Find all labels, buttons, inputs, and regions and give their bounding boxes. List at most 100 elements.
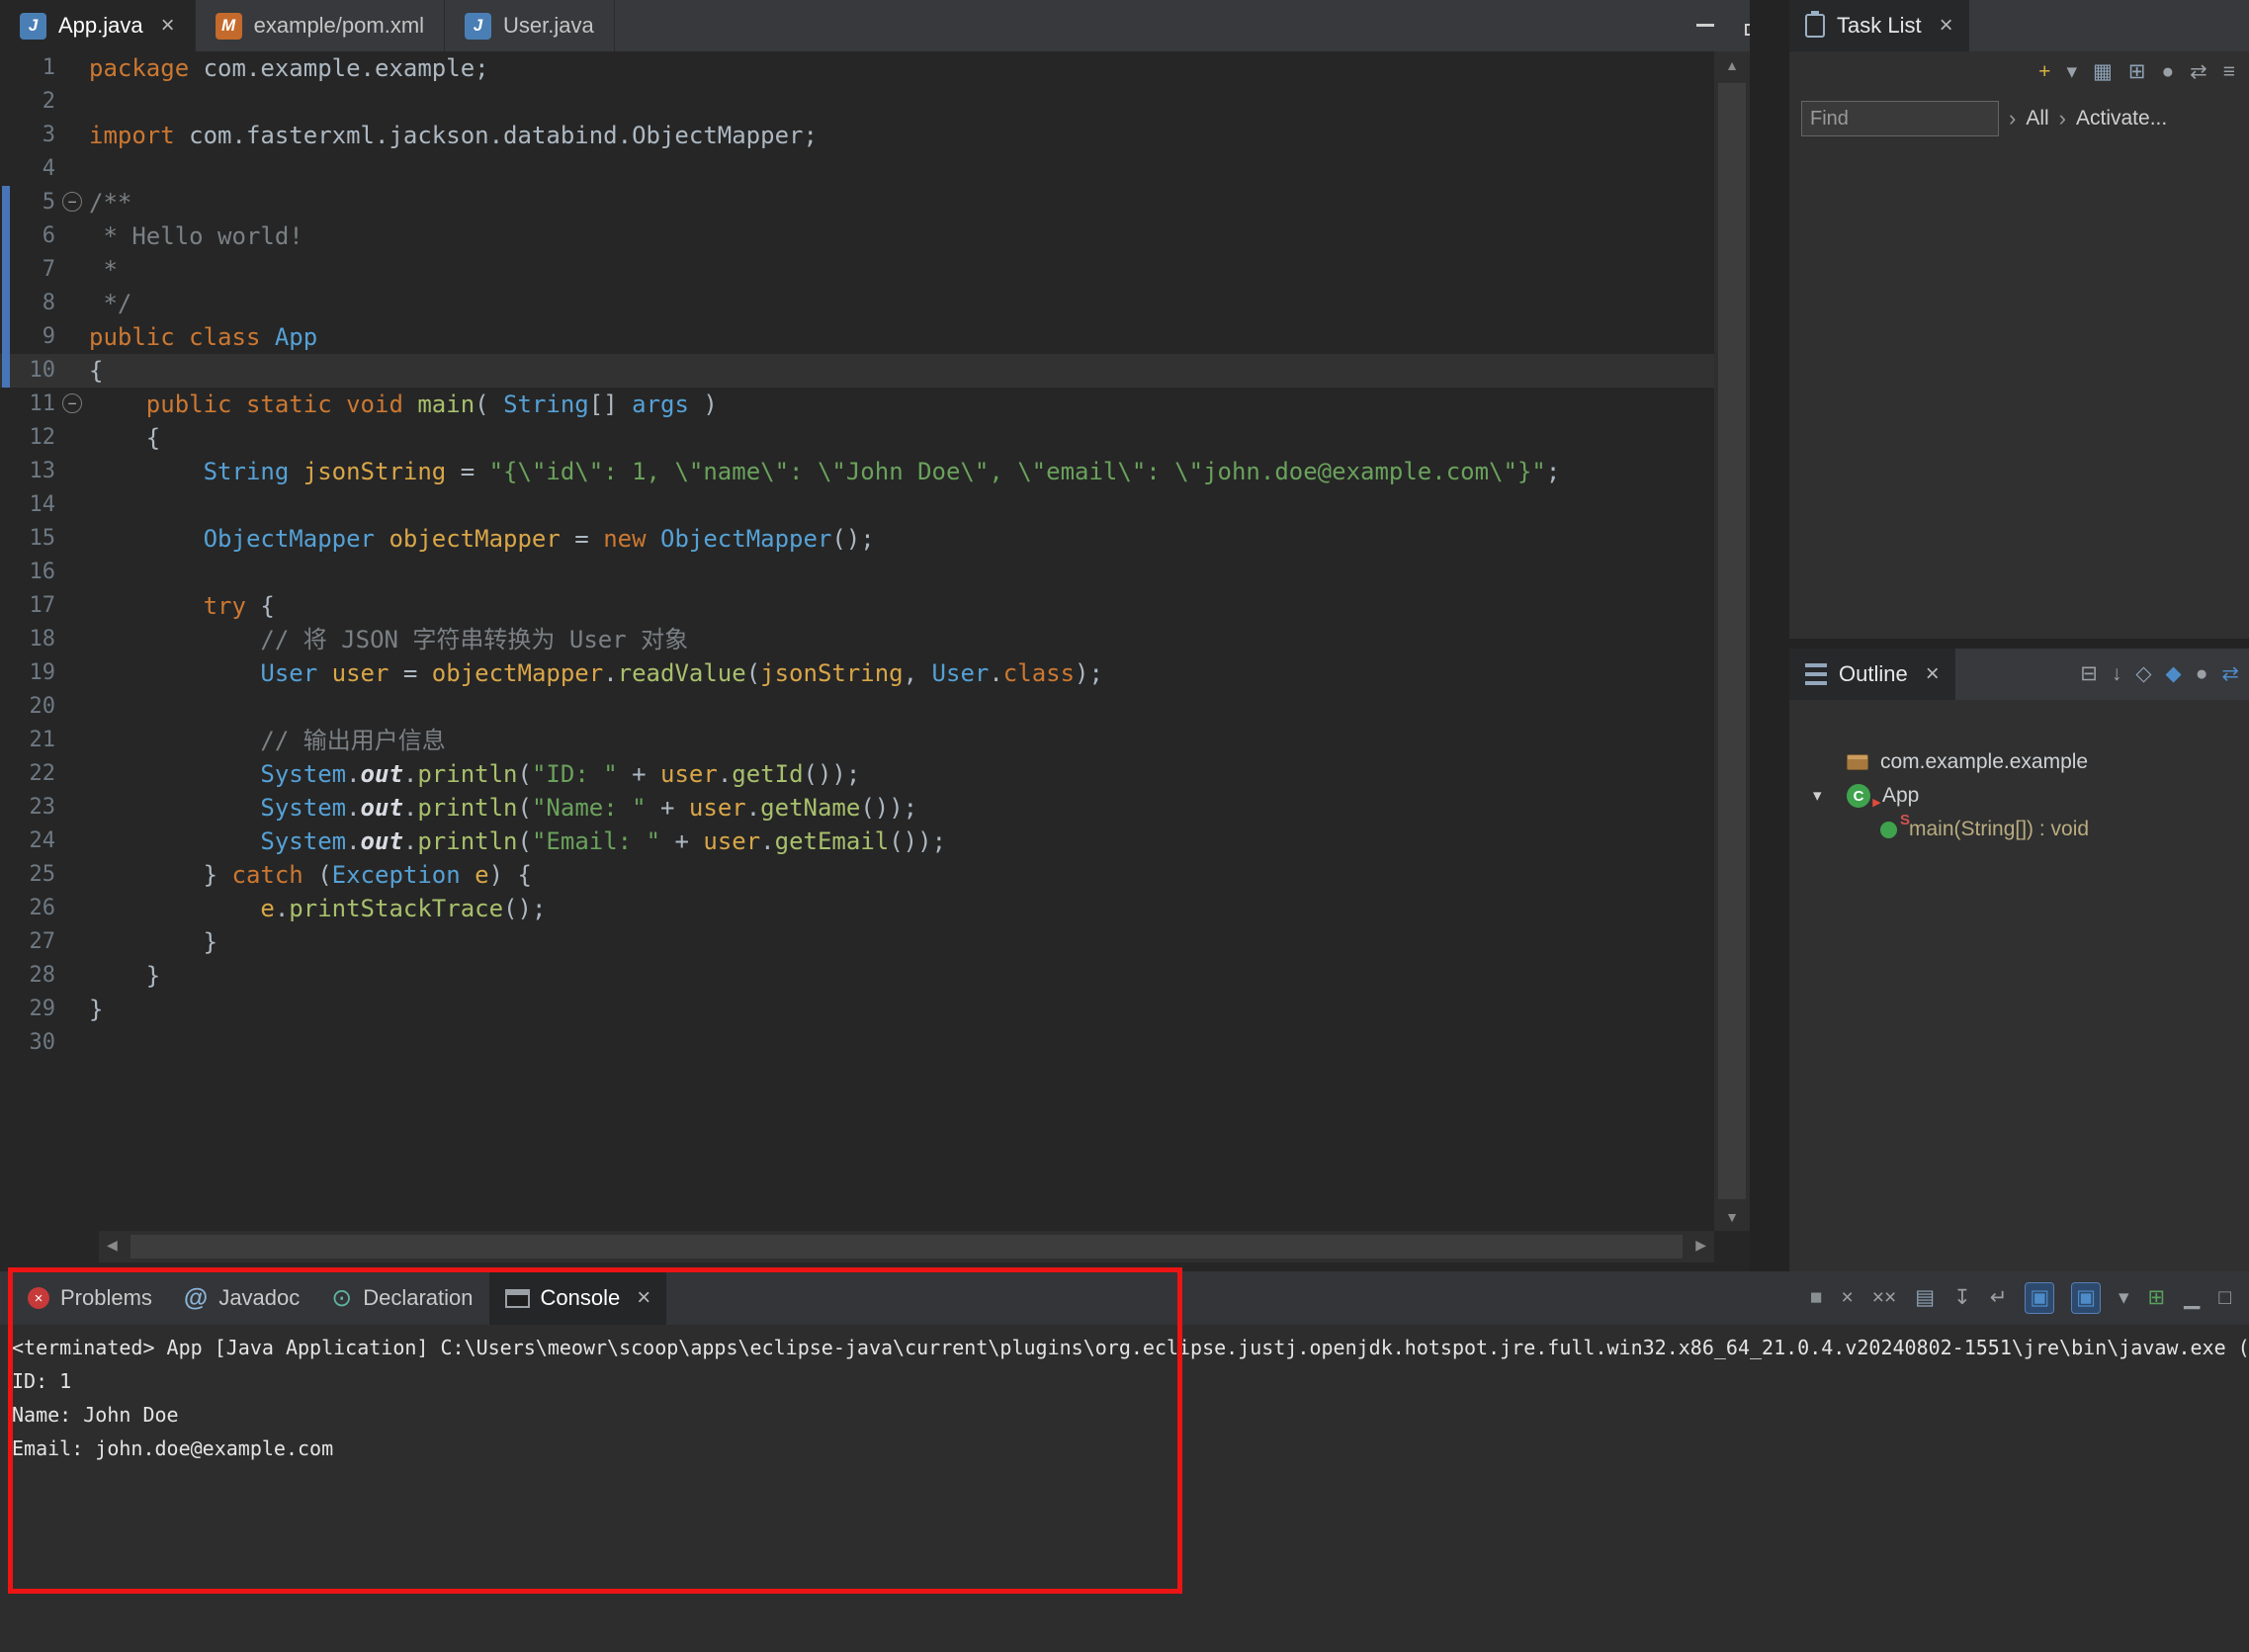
line-number: 19 [0, 656, 55, 690]
editor-vertical-scrollbar[interactable]: ▲ ▼ [1714, 51, 1750, 1231]
code-line-19[interactable]: 19 User user = objectMapper.readValue(js… [0, 656, 1714, 690]
filter-all[interactable]: All [2026, 107, 2048, 130]
tree-expander-icon[interactable]: ▾ [1813, 786, 1835, 806]
tab-javadoc[interactable]: @ Javadoc [168, 1271, 315, 1325]
horizontal-scrollbar-thumb[interactable] [130, 1235, 1683, 1259]
code-line-8[interactable]: 8 */ [0, 287, 1714, 320]
scroll-lock-icon[interactable]: ↧ [1953, 1283, 1971, 1313]
console-output-area[interactable]: <terminated> App [Java Application] C:\U… [0, 1325, 2249, 1652]
code-line-25[interactable]: 25 } catch (Exception e) { [0, 858, 1714, 892]
pin-console-icon[interactable]: ▾ [2119, 1283, 2129, 1313]
code-line-17[interactable]: 17 try { [0, 589, 1714, 623]
hide-non-public-icon[interactable]: ● [2196, 659, 2208, 689]
code-line-30[interactable]: 30 [0, 1026, 1714, 1060]
new-task-dropdown-icon[interactable]: ▾ [2066, 57, 2077, 87]
panel-sash-horizontal[interactable] [1789, 639, 2249, 649]
close-tab-icon[interactable]: × [637, 1286, 650, 1310]
line-number: 3 [0, 119, 55, 152]
editor-horizontal-scrollbar[interactable]: ◀ ▶ [99, 1231, 1714, 1262]
code-line-12[interactable]: 12 { [0, 421, 1714, 455]
code-line-26[interactable]: 26 e.printStackTrace(); [0, 892, 1714, 925]
code-line-15[interactable]: 15 ObjectMapper objectMapper = new Objec… [0, 522, 1714, 556]
scroll-down-icon[interactable]: ▼ [1714, 1209, 1750, 1225]
code-line-24[interactable]: 24 System.out.println("Email: " + user.g… [0, 825, 1714, 858]
focus-on-workweek-icon[interactable]: ● [2161, 57, 2174, 87]
close-view-icon[interactable]: × [1926, 662, 1940, 686]
fold-marker-icon[interactable]: − [62, 192, 82, 212]
tab-problems[interactable]: × Problems [12, 1271, 168, 1325]
line-number: 30 [0, 1026, 55, 1060]
run-decorator-icon: ▸ [1872, 793, 1880, 811]
scroll-left-icon[interactable]: ◀ [107, 1237, 118, 1254]
remove-launch-icon[interactable]: × [1841, 1283, 1853, 1313]
code-line-20[interactable]: 20 [0, 690, 1714, 724]
code-line-13[interactable]: 13 String jsonString = "{\"id\": 1, \"na… [0, 455, 1714, 488]
code-line-5[interactable]: 5−/** [0, 186, 1714, 219]
code-line-9[interactable]: 9public class App [0, 320, 1714, 354]
tab-app-java[interactable]: J App.java × [0, 0, 196, 51]
close-view-icon[interactable]: × [1940, 14, 1953, 38]
code-line-28[interactable]: 28 } [0, 959, 1714, 993]
code-line-10[interactable]: 10{ [0, 354, 1714, 388]
code-line-6[interactable]: 6 * Hello world! [0, 219, 1714, 253]
scroll-up-icon[interactable]: ▲ [1714, 57, 1750, 73]
sort-icon[interactable]: ↓ [2112, 659, 2122, 689]
code-line-14[interactable]: 14 [0, 488, 1714, 522]
tab-pom-xml[interactable]: M example/pom.xml [196, 0, 445, 51]
line-number: 21 [0, 724, 55, 757]
code-line-22[interactable]: 22 System.out.println("ID: " + user.getI… [0, 757, 1714, 791]
hide-static-members-icon[interactable]: ◆ [2166, 659, 2182, 689]
filter-activate[interactable]: Activate... [2076, 107, 2167, 130]
tab-outline[interactable]: Outline × [1789, 649, 1955, 700]
tab-task-list[interactable]: Task List × [1789, 0, 1969, 51]
clear-console-icon[interactable]: ▤ [1915, 1283, 1935, 1313]
code-line-7[interactable]: 7 * [0, 253, 1714, 287]
code-line-4[interactable]: 4 [0, 152, 1714, 186]
close-tab-icon[interactable]: × [161, 14, 175, 38]
hide-fields-icon[interactable]: ◇ [2135, 659, 2151, 689]
code-line-23[interactable]: 23 System.out.println("Name: " + user.ge… [0, 791, 1714, 825]
maximize-view-icon[interactable]: □ [2218, 1283, 2231, 1313]
show-stderr-icon[interactable]: ▣ [2072, 1283, 2100, 1313]
fold-column [55, 825, 89, 858]
code-line-21[interactable]: 21 // 输出用户信息 [0, 724, 1714, 757]
panel-sash-vertical[interactable] [1750, 0, 1789, 1271]
link-with-editor-icon[interactable]: ⇄ [2221, 659, 2239, 689]
vertical-scrollbar-thumb[interactable] [1718, 83, 1746, 1199]
tab-console[interactable]: Console × [489, 1271, 667, 1325]
scroll-right-icon[interactable]: ▶ [1695, 1237, 1706, 1254]
outline-package-row[interactable]: com.example.example [1789, 745, 2249, 779]
code-line-27[interactable]: 27 } [0, 925, 1714, 959]
code-line-11[interactable]: 11− public static void main( String[] ar… [0, 388, 1714, 421]
show-stdout-icon[interactable]: ▣ [2026, 1283, 2053, 1313]
people-icon[interactable]: ≡ [2223, 57, 2235, 87]
view-title: Task List [1837, 13, 1922, 39]
find-input[interactable] [1801, 101, 1999, 136]
collapse-all-icon[interactable]: ⊟ [2080, 659, 2098, 689]
group-by-icon[interactable]: ⊞ [2128, 57, 2146, 87]
code-editor[interactable]: 1package com.example.example;23import co… [0, 51, 1714, 1231]
categorized-view-icon[interactable]: ▦ [2093, 57, 2113, 87]
code-line-2[interactable]: 2 [0, 85, 1714, 119]
word-wrap-icon[interactable]: ↵ [1990, 1283, 2008, 1313]
open-console-icon[interactable]: ⊞ [2148, 1283, 2166, 1313]
fold-column [55, 589, 89, 623]
tab-user-java[interactable]: J User.java [445, 0, 615, 51]
line-number: 27 [0, 925, 55, 959]
minimize-view-icon[interactable]: ▁ [2184, 1283, 2200, 1313]
filter-icon[interactable]: ⇄ [2190, 57, 2207, 87]
code-line-18[interactable]: 18 // 将 JSON 字符串转换为 User 对象 [0, 623, 1714, 656]
fold-marker-icon[interactable]: − [62, 393, 82, 413]
code-line-3[interactable]: 3import com.fasterxml.jackson.databind.O… [0, 119, 1714, 152]
terminate-icon[interactable]: ■ [1810, 1283, 1823, 1313]
code-line-1[interactable]: 1package com.example.example; [0, 51, 1714, 85]
remove-all-launches-icon[interactable]: ×× [1872, 1283, 1897, 1313]
new-task-icon[interactable]: + [2038, 57, 2050, 87]
code-line-16[interactable]: 16 [0, 556, 1714, 589]
outline-method-row[interactable]: S main(String[]) : void [1789, 813, 2249, 846]
outline-class-row[interactable]: ▾ C▸ App [1789, 779, 2249, 813]
tab-declaration[interactable]: ⊙ Declaration [315, 1271, 488, 1325]
code-line-29[interactable]: 29} [0, 993, 1714, 1026]
minimize-icon[interactable] [1694, 15, 1718, 37]
line-number: 17 [0, 589, 55, 623]
